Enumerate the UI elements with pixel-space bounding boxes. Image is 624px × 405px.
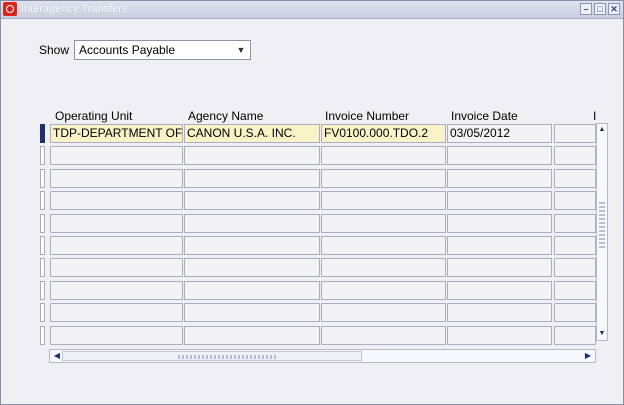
cell-agency-name[interactable] [184, 281, 320, 300]
cell-agency-name[interactable] [184, 258, 320, 277]
cell-operating-unit[interactable] [50, 169, 183, 188]
cell-agency-name[interactable]: CANON U.S.A. INC. [184, 124, 320, 143]
cell-invoice-number[interactable] [321, 191, 446, 210]
cell-invoice-date[interactable] [447, 191, 552, 210]
cell-operating-unit[interactable] [50, 236, 183, 255]
row-indicator[interactable] [40, 214, 45, 233]
cell-operating-unit[interactable] [50, 191, 183, 210]
cell-operating-unit[interactable] [50, 146, 183, 165]
cell-invoice-date[interactable] [447, 146, 552, 165]
horizontal-scrollbar[interactable]: ◀ ▶ [49, 349, 596, 363]
scroll-up-icon[interactable]: ▲ [597, 125, 607, 135]
horizontal-scroll-thumb[interactable] [62, 351, 362, 361]
cell-invoice-date[interactable] [447, 281, 552, 300]
row-indicator[interactable] [40, 303, 45, 322]
show-select[interactable]: Accounts Payable ▼ [74, 40, 251, 60]
row-indicator[interactable] [40, 124, 45, 143]
cell-operating-unit[interactable] [50, 326, 183, 345]
window-title: Interagency Transfers [21, 3, 128, 15]
cell-invoice-date[interactable] [447, 258, 552, 277]
chevron-down-icon[interactable]: ▼ [234, 43, 248, 57]
row-indicator[interactable] [40, 169, 45, 188]
cell-extra[interactable] [554, 258, 596, 277]
cell-extra[interactable] [554, 303, 596, 322]
cell-agency-name[interactable] [184, 146, 320, 165]
cell-operating-unit[interactable] [50, 303, 183, 322]
cell-invoice-number[interactable] [321, 169, 446, 188]
vertical-scrollbar[interactable]: ▲ ▼ [596, 123, 608, 341]
cell-operating-unit[interactable] [50, 258, 183, 277]
cell-agency-name[interactable] [184, 169, 320, 188]
cell-invoice-number[interactable] [321, 326, 446, 345]
cell-operating-unit[interactable]: TDP-DEPARTMENT OF [50, 124, 183, 143]
show-select-value: Accounts Payable [79, 43, 176, 57]
cell-agency-name[interactable] [184, 191, 320, 210]
cell-extra[interactable] [554, 214, 596, 233]
cell-operating-unit[interactable] [50, 214, 183, 233]
show-label: Show [39, 43, 70, 57]
cell-invoice-date[interactable] [447, 236, 552, 255]
cell-extra[interactable] [554, 326, 596, 345]
cell-extra[interactable] [554, 191, 596, 210]
row-indicator[interactable] [40, 191, 45, 210]
row-indicator[interactable] [40, 281, 45, 300]
cell-invoice-number[interactable] [321, 303, 446, 322]
cell-invoice-date[interactable] [447, 214, 552, 233]
scroll-grip[interactable] [599, 202, 605, 248]
column-header-invoice-number: Invoice Number [325, 109, 410, 123]
cell-extra[interactable] [554, 281, 596, 300]
cell-invoice-number[interactable] [321, 214, 446, 233]
cell-invoice-number[interactable] [321, 236, 446, 255]
interagency-transfers-window: Interagency Transfers – □ ✕ Show Account… [0, 0, 624, 405]
cell-invoice-number[interactable] [321, 146, 446, 165]
row-indicator[interactable] [40, 236, 45, 255]
cell-agency-name[interactable] [184, 326, 320, 345]
cell-invoice-number[interactable] [321, 258, 446, 277]
cell-extra[interactable] [554, 169, 596, 188]
row-indicator[interactable] [40, 326, 45, 345]
cell-invoice-date[interactable] [447, 326, 552, 345]
scroll-thumb-grip [178, 355, 278, 359]
column-header-truncated: I [593, 109, 597, 123]
close-button[interactable]: ✕ [608, 3, 620, 15]
cell-extra[interactable] [554, 236, 596, 255]
column-header-invoice-date: Invoice Date [451, 109, 518, 123]
cell-agency-name[interactable] [184, 214, 320, 233]
title-bar[interactable]: Interagency Transfers – □ ✕ [1, 1, 623, 19]
cell-invoice-number[interactable]: FV0100.000.TDO.2 [321, 124, 446, 143]
cell-extra[interactable] [554, 146, 596, 165]
oracle-app-icon [3, 2, 17, 16]
column-header-operating-unit: Operating Unit [55, 109, 133, 123]
column-header-agency-name: Agency Name [188, 109, 264, 123]
cell-invoice-date[interactable] [447, 303, 552, 322]
cell-invoice-date[interactable]: 03/05/2012 [447, 124, 552, 143]
cell-extra[interactable] [554, 124, 596, 143]
scroll-right-icon[interactable]: ▶ [582, 350, 594, 362]
row-indicator[interactable] [40, 258, 45, 277]
scroll-down-icon[interactable]: ▼ [597, 329, 607, 339]
cell-invoice-number[interactable] [321, 281, 446, 300]
minimize-button[interactable]: – [580, 3, 592, 15]
row-indicator[interactable] [40, 146, 45, 165]
cell-invoice-date[interactable] [447, 169, 552, 188]
cell-operating-unit[interactable] [50, 281, 183, 300]
cell-agency-name[interactable] [184, 236, 320, 255]
maximize-button[interactable]: □ [594, 3, 606, 15]
cell-agency-name[interactable] [184, 303, 320, 322]
